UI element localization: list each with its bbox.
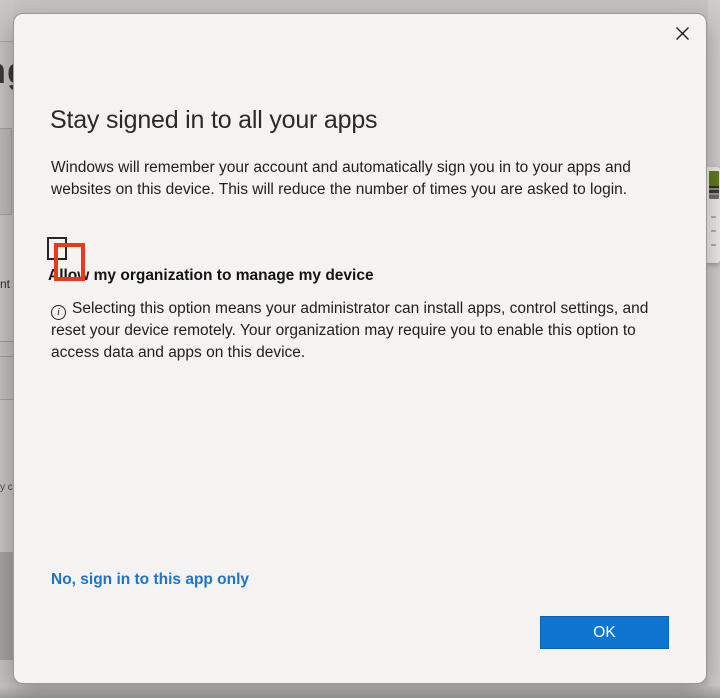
info-note-text: Selecting this option means your adminis… (51, 300, 648, 361)
backdrop-right-strip (708, 0, 720, 698)
dialog-description: Windows will remember your account and a… (51, 157, 631, 200)
organization-manage-checkbox[interactable] (47, 237, 67, 260)
dialog-title: Stay signed in to all your apps (50, 106, 377, 135)
spreadsheet-doc-icon (709, 171, 719, 199)
background-clipped-text: nt (0, 277, 10, 291)
background-row-fragment (0, 341, 13, 400)
checkbox-label: Allow my organization to manage my devic… (48, 267, 374, 285)
background-dark-fragment (0, 552, 13, 660)
background-header-fragment (0, 0, 13, 42)
info-note: iSelecting this option means your admini… (51, 298, 648, 363)
sign-in-this-app-only-link[interactable]: No, sign in to this app only (51, 571, 249, 589)
background-list-tick (711, 244, 716, 246)
close-icon (675, 26, 690, 41)
ok-button[interactable]: OK (540, 616, 669, 649)
backdrop-bottom-shade (0, 686, 720, 698)
background-clipped-text-small: y c (0, 482, 13, 493)
close-button[interactable] (667, 18, 697, 48)
background-card-fragment (0, 128, 12, 215)
background-list-tick (711, 230, 716, 232)
background-divider (0, 356, 13, 357)
background-list-tick (711, 216, 716, 218)
stay-signed-in-dialog: Stay signed in to all your apps Windows … (13, 13, 707, 684)
info-icon: i (51, 305, 66, 320)
